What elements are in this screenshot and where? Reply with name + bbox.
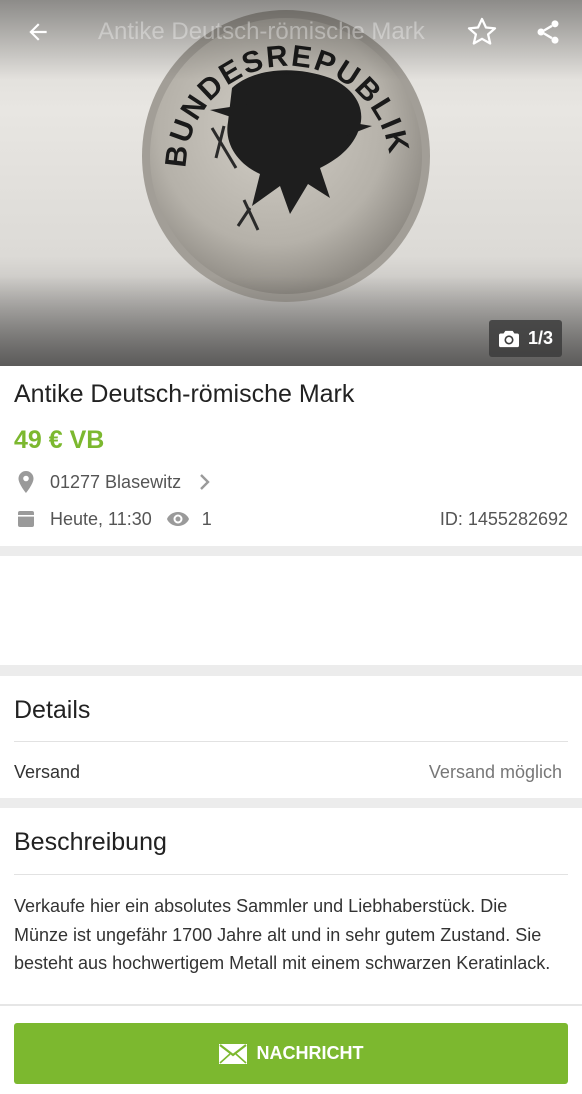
image-gallery[interactable]: BUNDESREPUBLIK DEUTSCHLAND Antike Deutsc… (0, 0, 582, 366)
location-text: 01277 Blasewitz (50, 471, 182, 492)
location-link[interactable]: 01277 Blasewitz (14, 470, 217, 494)
favorite-button[interactable] (460, 10, 504, 54)
description-heading: Beschreibung (14, 828, 167, 856)
description-section: Beschreibung Verkaufe hier ein absolutes… (0, 808, 582, 1008)
details-heading: Details (14, 696, 91, 724)
share-icon (537, 20, 559, 44)
image-counter[interactable]: 1/3 (489, 320, 562, 357)
calendar-icon (14, 507, 38, 531)
chevron-right-icon (193, 470, 217, 494)
details-divider (14, 741, 568, 742)
listing-price: 49 € VB (14, 426, 105, 454)
description-divider (14, 874, 568, 875)
share-button[interactable] (526, 10, 570, 54)
bottom-action-bar: NACHRICHT (0, 1004, 582, 1094)
star-outline-icon (467, 17, 497, 45)
details-section: Details Versand Versand möglich (0, 676, 582, 798)
camera-icon (498, 330, 519, 347)
empty-panel (0, 556, 582, 665)
message-button[interactable]: NACHRICHT (14, 1023, 568, 1084)
listing-title: Antike Deutsch-römische Mark (14, 380, 355, 408)
shipping-label: Versand (14, 762, 81, 782)
shipping-value: Versand möglich (428, 762, 562, 782)
view-count: 1 (201, 508, 212, 529)
envelope-icon (218, 1043, 247, 1064)
description-text: Verkaufe hier ein absolutes Sammler und … (14, 896, 551, 973)
location-pin-icon (14, 470, 38, 494)
back-button[interactable] (16, 12, 60, 52)
toolbar-title: Antike Deutsch-römische Mark (98, 18, 425, 45)
listing-meta: Heute, 11:30 1 (14, 507, 212, 531)
listing-date: Heute, 11:30 (50, 508, 152, 529)
eye-icon (166, 507, 190, 531)
ad-id: ID: 1455282692 (439, 508, 568, 529)
image-counter-text: 1/3 (527, 328, 554, 348)
arrow-left-icon (29, 23, 47, 41)
message-button-label: NACHRICHT (256, 1043, 364, 1063)
listing-info: Antike Deutsch-römische Mark 49 € VB 012… (0, 366, 582, 546)
